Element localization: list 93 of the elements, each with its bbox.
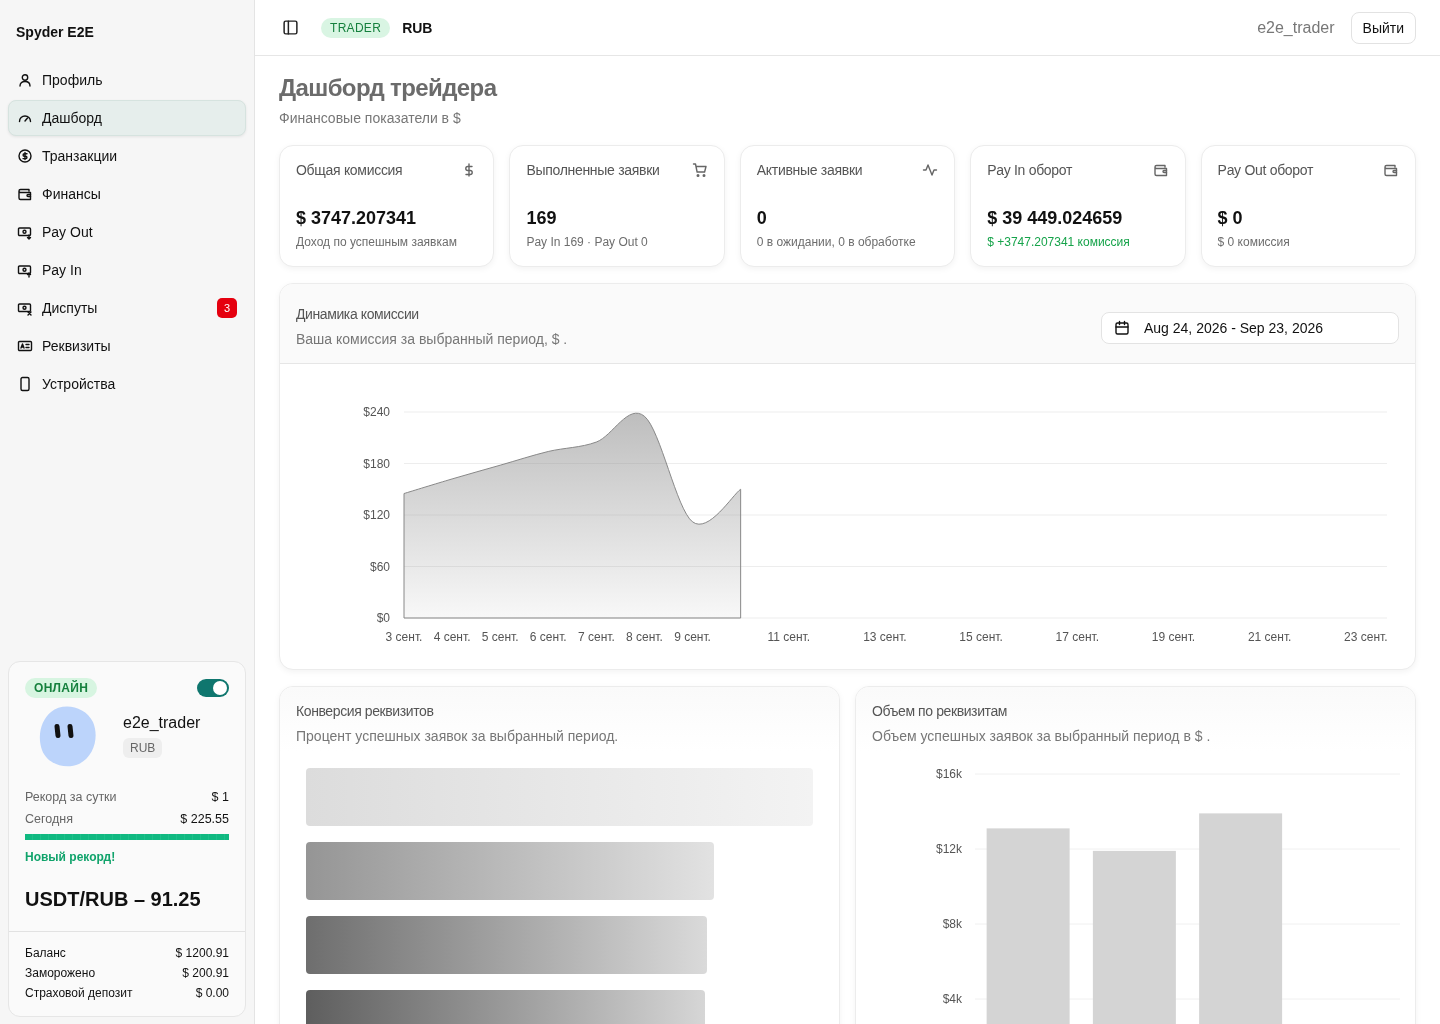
- x-axis-label: 13 сент.: [863, 630, 907, 644]
- role-badge: TRADER: [321, 17, 391, 38]
- chart-subtitle: Объем успешных заявок за выбранный период в $ .: [872, 728, 1212, 744]
- page-title: Дашборд трейдера: [279, 74, 499, 102]
- nav-item[interactable]: Финансы: [8, 176, 246, 212]
- count-badge: 3: [217, 298, 237, 318]
- x-axis-label: 17 сент.: [1055, 630, 1100, 644]
- y-axis-label: $0: [376, 611, 390, 625]
- y-axis-label: $16k: [935, 767, 962, 781]
- chart-title: Конверсия реквизитов: [296, 703, 435, 719]
- x-axis-label: 19 сент.: [1151, 630, 1196, 644]
- stat-value: $ 39 449.024659: [987, 208, 1124, 229]
- balance-label: Заморожено: [25, 966, 96, 980]
- avatar: [39, 704, 97, 768]
- stat-title: Выполненные заявки: [526, 162, 660, 178]
- x-axis-label: 3 сент.: [385, 630, 423, 644]
- username: e2e_trader: [123, 714, 201, 732]
- logout-button[interactable]: Выйти: [1350, 11, 1416, 44]
- x-axis-label: 23 сент.: [1344, 630, 1388, 644]
- x-axis-label: 15 сент.: [959, 630, 1003, 644]
- y-axis-label: $120: [363, 508, 390, 522]
- stat-note: Доход по успешным заявкам: [296, 235, 458, 249]
- stat-label: Сегодня: [25, 812, 73, 826]
- stat-note: $ +3747.207341 комиссия: [987, 235, 1131, 249]
- nav-item[interactable]: Pay In: [8, 252, 246, 288]
- nav-item[interactable]: Реквизиты: [8, 328, 246, 364]
- balance-label: Страховой депозит: [25, 986, 133, 1000]
- nav-item[interactable]: Диспуты 3: [8, 290, 246, 326]
- x-axis-label: 9 сент.: [674, 630, 711, 644]
- chart-subtitle: Ваша комиссия за выбранный период, $ .: [296, 331, 568, 347]
- sidebar-toggle-icon[interactable]: [282, 19, 299, 36]
- stat-note: $ 0 комиссия: [1217, 235, 1291, 249]
- currency-label: RUB: [402, 19, 433, 36]
- x-axis-label: 5 сент.: [481, 630, 519, 644]
- stat-title: Активные заявки: [756, 162, 863, 178]
- x-axis-label: 7 сент.: [577, 630, 615, 644]
- x-axis-label: 8 сент.: [626, 630, 663, 644]
- stat-note: 0 в ожидании, 0 в обработке: [756, 235, 917, 249]
- stat-value: 0: [756, 208, 768, 229]
- date-range-picker[interactable]: Aug 24, 2026 - Sep 23, 2026: [1101, 312, 1399, 344]
- nav-item[interactable]: Транзакции: [8, 138, 246, 174]
- chart-title: Объем по реквизитам: [872, 703, 1008, 719]
- wallet-icon: [17, 186, 33, 202]
- balance-value: $ 1200.91: [175, 946, 229, 960]
- stat-value: $ 0: [1217, 208, 1244, 229]
- x-axis-label: 21 сент.: [1247, 630, 1292, 644]
- chart-title: Динамика комиссии: [296, 306, 420, 322]
- balance-label: Баланс: [25, 946, 66, 960]
- y-axis-label: $60: [369, 559, 390, 574]
- stat-note: Pay In 169 · Pay Out 0: [526, 235, 649, 249]
- stat-value: $ 3747.207341: [296, 208, 418, 229]
- chart-subtitle: Процент успешных заявок за выбранный период.: [296, 728, 620, 744]
- status-badge: ОНЛАЙН: [25, 678, 98, 698]
- stat-title: Pay In оборот: [987, 162, 1073, 178]
- online-toggle[interactable]: [197, 679, 229, 697]
- stat-title: Общая комиссия: [296, 162, 403, 178]
- stat-value: 169: [526, 208, 558, 229]
- user-icon: [17, 72, 33, 88]
- nav-item[interactable]: Дашборд: [8, 100, 246, 136]
- x-axis-label: 6 сент.: [529, 630, 567, 644]
- exchange-rate: USDT/RUB – 91.25: [25, 888, 202, 911]
- y-axis-label: $8k: [942, 917, 962, 931]
- balance-value: $ 200.91: [182, 966, 229, 980]
- activity-icon: [922, 162, 939, 178]
- cash-cross-icon: [17, 300, 33, 316]
- currency-tag: RUB: [123, 738, 163, 758]
- y-axis-label: $4k: [942, 992, 962, 1006]
- app-brand: Spyder E2E: [15, 23, 95, 42]
- y-axis-label: $180: [363, 456, 390, 471]
- stat-value: $ 1: [211, 790, 229, 804]
- username: e2e_trader: [1257, 18, 1335, 37]
- balance-value: $ 0.00: [195, 986, 229, 1000]
- page-subtitle: Финансовые показатели в $: [279, 110, 462, 126]
- cart-icon: [691, 162, 708, 178]
- calendar-icon: [1114, 320, 1130, 336]
- wallet-icon: [1383, 162, 1399, 178]
- stat-value: $ 225.55: [180, 812, 229, 826]
- nav-item[interactable]: Pay Out: [8, 214, 246, 250]
- x-axis-label: 11 сент.: [767, 630, 811, 644]
- x-axis-label: 4 сент.: [433, 630, 471, 644]
- wallet-icon: [1152, 162, 1169, 178]
- cash-in-icon: [17, 262, 33, 278]
- id-card-icon: [17, 338, 33, 354]
- phone-icon: [17, 376, 33, 392]
- nav-item[interactable]: Устройства: [8, 366, 246, 402]
- y-axis-label: $12k: [935, 842, 962, 856]
- cash-out-icon: [17, 224, 33, 240]
- nav-item[interactable]: Профиль: [8, 62, 246, 98]
- stat-label: Рекорд за сутки: [25, 790, 117, 804]
- y-axis-label: $240: [363, 405, 390, 419]
- dollar-coin-icon: [17, 148, 33, 164]
- record-message: Новый рекорд!: [25, 850, 117, 864]
- stat-title: Pay Out оборот: [1217, 162, 1314, 178]
